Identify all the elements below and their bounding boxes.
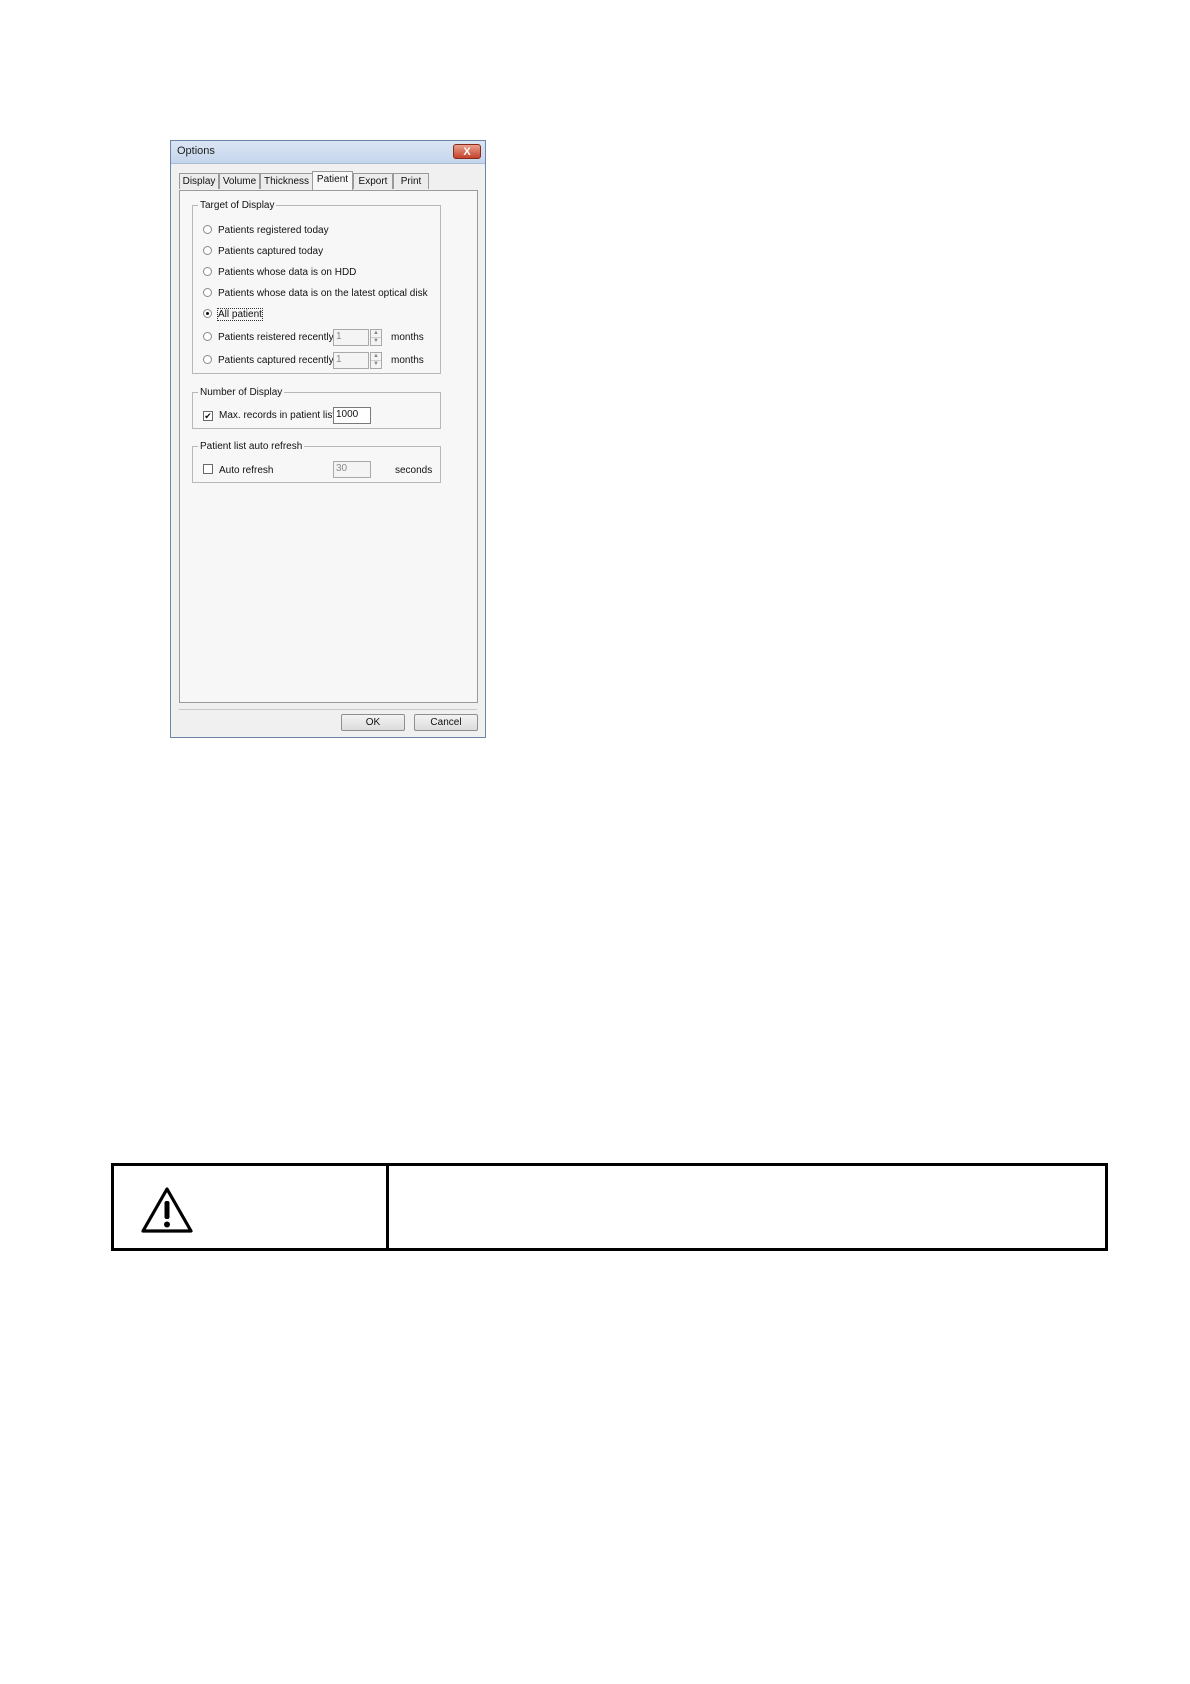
auto-refresh-group: Patient list auto refresh Auto refresh 3…	[192, 441, 441, 483]
spin-up-icon[interactable]: ▲	[371, 353, 381, 360]
ok-button[interactable]: OK	[341, 714, 405, 731]
footer-divider	[179, 709, 477, 710]
option-captured-recently[interactable]: Patients captured recently	[203, 355, 334, 366]
tab-print[interactable]: Print	[393, 173, 429, 189]
max-records-input[interactable]: 1000	[333, 407, 371, 424]
target-of-display-group: Target of Display Patients registered to…	[192, 200, 441, 374]
tab-display[interactable]: Display	[179, 173, 219, 189]
warning-triangle-icon	[141, 1187, 193, 1233]
radio-button-selected[interactable]	[203, 309, 212, 318]
group-legend: Number of Display	[200, 387, 283, 398]
option-registered-today[interactable]: Patients registered today	[203, 225, 329, 236]
option-label: All patient	[217, 308, 263, 321]
group-legend: Patient list auto refresh	[200, 441, 303, 452]
option-registered-recently[interactable]: Patients reistered recently	[203, 332, 334, 343]
option-data-on-hdd[interactable]: Patients whose data is on HDD	[203, 267, 356, 278]
registered-months-spinner[interactable]: ▲ ▼	[370, 329, 382, 346]
caution-box	[111, 1163, 1108, 1251]
radio-button[interactable]	[203, 355, 212, 364]
spin-down-icon[interactable]: ▼	[371, 360, 381, 368]
number-of-display-group: Number of Display ✔ Max. records in patie…	[192, 387, 441, 429]
cancel-button[interactable]: Cancel	[414, 714, 478, 731]
captured-months-unit: months	[391, 355, 424, 366]
tab-export[interactable]: Export	[353, 173, 393, 189]
tab-thickness[interactable]: Thickness	[260, 173, 313, 189]
max-records-option[interactable]: ✔ Max. records in patient list	[203, 410, 335, 421]
registered-months-input[interactable]: 1	[333, 329, 369, 346]
option-all-patient[interactable]: All patient	[203, 308, 263, 321]
auto-refresh-option[interactable]: Auto refresh	[203, 464, 273, 476]
close-button[interactable]: X	[453, 144, 481, 159]
radio-button[interactable]	[203, 267, 212, 276]
group-legend: Target of Display	[200, 200, 275, 211]
dialog-title: Options	[177, 145, 215, 157]
option-label: Patients captured recently	[218, 355, 334, 366]
auto-refresh-label: Auto refresh	[219, 465, 274, 476]
radio-button[interactable]	[203, 246, 212, 255]
radio-button[interactable]	[203, 332, 212, 341]
option-label: Patients captured today	[218, 246, 324, 257]
option-label: Patients whose data is on the latest opt…	[218, 288, 428, 299]
option-latest-optical-disk[interactable]: Patients whose data is on the latest opt…	[203, 288, 428, 299]
max-records-label: Max. records in patient list	[219, 410, 336, 421]
options-dialog: Options X Display Volume Thickness Patie…	[170, 140, 486, 738]
captured-months-input[interactable]: 1	[333, 352, 369, 369]
spin-down-icon[interactable]: ▼	[371, 337, 381, 345]
tab-patient[interactable]: Patient	[312, 171, 353, 190]
option-label: Patients reistered recently	[218, 332, 334, 343]
registered-months-unit: months	[391, 332, 424, 343]
refresh-interval-input[interactable]: 30	[333, 461, 371, 478]
caution-divider	[386, 1166, 389, 1248]
tab-volume[interactable]: Volume	[219, 173, 260, 189]
title-bar[interactable]: Options X	[171, 141, 485, 164]
option-captured-today[interactable]: Patients captured today	[203, 246, 323, 257]
captured-months-spinner[interactable]: ▲ ▼	[370, 352, 382, 369]
option-label: Patients whose data is on HDD	[218, 267, 357, 278]
auto-refresh-checkbox[interactable]	[203, 464, 213, 474]
spin-up-icon[interactable]: ▲	[371, 330, 381, 337]
tab-panel-patient: Target of Display Patients registered to…	[179, 190, 478, 703]
option-label: Patients registered today	[218, 225, 329, 236]
radio-button[interactable]	[203, 288, 212, 297]
radio-button[interactable]	[203, 225, 212, 234]
refresh-interval-unit: seconds	[395, 465, 433, 476]
max-records-checkbox[interactable]: ✔	[203, 411, 213, 421]
